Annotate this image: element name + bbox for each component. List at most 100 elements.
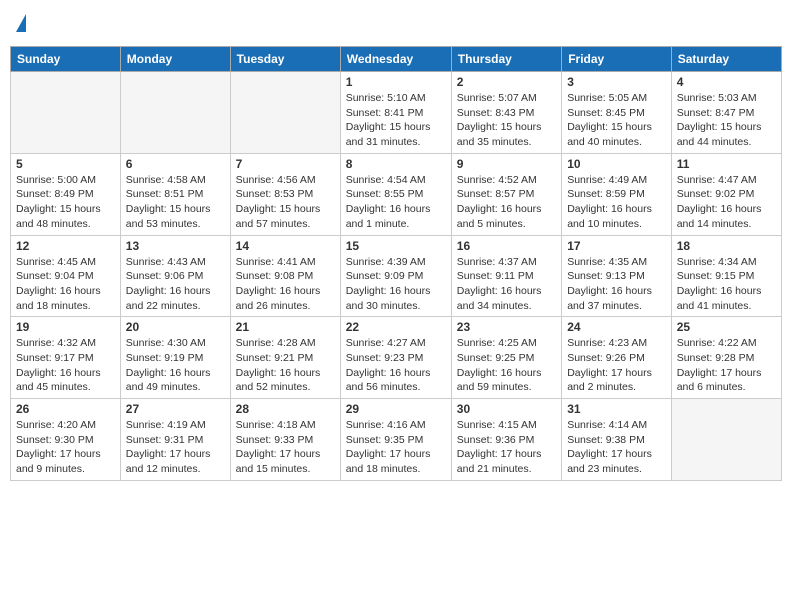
day-info: Sunrise: 4:47 AMSunset: 9:02 PMDaylight:…	[677, 173, 776, 232]
day-number: 5	[16, 157, 115, 171]
calendar-cell	[671, 399, 781, 481]
calendar-cell: 26 Sunrise: 4:20 AMSunset: 9:30 PMDayligh…	[11, 399, 121, 481]
calendar-cell: 31 Sunrise: 4:14 AMSunset: 9:38 PMDayligh…	[562, 399, 672, 481]
calendar-table: SundayMondayTuesdayWednesdayThursdayFrid…	[10, 46, 782, 481]
day-number: 31	[567, 402, 666, 416]
day-info: Sunrise: 4:14 AMSunset: 9:38 PMDaylight:…	[567, 418, 666, 477]
day-number: 23	[457, 320, 556, 334]
page-header	[10, 10, 782, 38]
day-info: Sunrise: 5:00 AMSunset: 8:49 PMDaylight:…	[16, 173, 115, 232]
day-number: 17	[567, 239, 666, 253]
calendar-cell: 17 Sunrise: 4:35 AMSunset: 9:13 PMDayligh…	[562, 235, 672, 317]
day-number: 4	[677, 75, 776, 89]
calendar-week-row: 12 Sunrise: 4:45 AMSunset: 9:04 PMDayligh…	[11, 235, 782, 317]
day-info: Sunrise: 4:23 AMSunset: 9:26 PMDaylight:…	[567, 336, 666, 395]
calendar-cell: 16 Sunrise: 4:37 AMSunset: 9:11 PMDayligh…	[451, 235, 561, 317]
calendar-cell: 18 Sunrise: 4:34 AMSunset: 9:15 PMDayligh…	[671, 235, 781, 317]
day-info: Sunrise: 4:58 AMSunset: 8:51 PMDaylight:…	[126, 173, 225, 232]
calendar-cell: 15 Sunrise: 4:39 AMSunset: 9:09 PMDayligh…	[340, 235, 451, 317]
day-number: 22	[346, 320, 446, 334]
day-info: Sunrise: 4:45 AMSunset: 9:04 PMDaylight:…	[16, 255, 115, 314]
day-number: 6	[126, 157, 225, 171]
logo-triangle-icon	[16, 14, 26, 32]
day-info: Sunrise: 4:32 AMSunset: 9:17 PMDaylight:…	[16, 336, 115, 395]
day-info: Sunrise: 4:35 AMSunset: 9:13 PMDaylight:…	[567, 255, 666, 314]
calendar-week-row: 19Sunrise: 4:32 AMSunset: 9:17 PMDayligh…	[11, 317, 782, 399]
day-info: Sunrise: 5:10 AMSunset: 8:41 PMDaylight:…	[346, 91, 446, 150]
day-number: 26	[16, 402, 115, 416]
calendar-cell: 23 Sunrise: 4:25 AMSunset: 9:25 PMDayligh…	[451, 317, 561, 399]
day-number: 11	[677, 157, 776, 171]
day-info: Sunrise: 4:25 AMSunset: 9:25 PMDaylight:…	[457, 336, 556, 395]
calendar-cell: 20Sunrise: 4:30 AMSunset: 9:19 PMDayligh…	[120, 317, 230, 399]
calendar-week-row: 5 Sunrise: 5:00 AMSunset: 8:49 PMDaylight…	[11, 153, 782, 235]
calendar-cell: 22 Sunrise: 4:27 AMSunset: 9:23 PMDayligh…	[340, 317, 451, 399]
day-number: 13	[126, 239, 225, 253]
day-number: 14	[236, 239, 335, 253]
day-info: Sunrise: 4:54 AMSunset: 8:55 PMDaylight:…	[346, 173, 446, 232]
calendar-cell: 25 Sunrise: 4:22 AMSunset: 9:28 PMDayligh…	[671, 317, 781, 399]
day-info: Sunrise: 4:20 AMSunset: 9:30 PMDaylight:…	[16, 418, 115, 477]
day-info: Sunrise: 4:43 AMSunset: 9:06 PMDaylight:…	[126, 255, 225, 314]
day-number: 10	[567, 157, 666, 171]
weekday-header: Friday	[562, 47, 672, 72]
calendar-cell: 13 Sunrise: 4:43 AMSunset: 9:06 PMDayligh…	[120, 235, 230, 317]
day-number: 27	[126, 402, 225, 416]
calendar-cell: 24 Sunrise: 4:23 AMSunset: 9:26 PMDayligh…	[562, 317, 672, 399]
day-info: Sunrise: 5:07 AMSunset: 8:43 PMDaylight:…	[457, 91, 556, 150]
day-number: 2	[457, 75, 556, 89]
day-info: Sunrise: 5:03 AMSunset: 8:47 PMDaylight:…	[677, 91, 776, 150]
day-number: 1	[346, 75, 446, 89]
day-info: Sunrise: 4:37 AMSunset: 9:11 PMDaylight:…	[457, 255, 556, 314]
day-number: 3	[567, 75, 666, 89]
day-info: Sunrise: 4:16 AMSunset: 9:35 PMDaylight:…	[346, 418, 446, 477]
day-info: Sunrise: 4:52 AMSunset: 8:57 PMDaylight:…	[457, 173, 556, 232]
day-number: 20	[126, 320, 225, 334]
day-number: 28	[236, 402, 335, 416]
weekday-header: Thursday	[451, 47, 561, 72]
calendar-cell: 3 Sunrise: 5:05 AMSunset: 8:45 PMDaylight…	[562, 72, 672, 154]
day-info: Sunrise: 4:22 AMSunset: 9:28 PMDaylight:…	[677, 336, 776, 395]
calendar-cell: 21 Sunrise: 4:28 AMSunset: 9:21 PMDayligh…	[230, 317, 340, 399]
calendar-cell: 19Sunrise: 4:32 AMSunset: 9:17 PMDayligh…	[11, 317, 121, 399]
calendar-cell: 4 Sunrise: 5:03 AMSunset: 8:47 PMDaylight…	[671, 72, 781, 154]
calendar-cell: 9Sunrise: 4:52 AMSunset: 8:57 PMDaylight…	[451, 153, 561, 235]
day-info: Sunrise: 4:39 AMSunset: 9:09 PMDaylight:…	[346, 255, 446, 314]
calendar-cell: 28Sunrise: 4:18 AMSunset: 9:33 PMDayligh…	[230, 399, 340, 481]
calendar-cell: 2 Sunrise: 5:07 AMSunset: 8:43 PMDaylight…	[451, 72, 561, 154]
day-number: 25	[677, 320, 776, 334]
calendar-cell: 14Sunrise: 4:41 AMSunset: 9:08 PMDayligh…	[230, 235, 340, 317]
calendar-cell: 29 Sunrise: 4:16 AMSunset: 9:35 PMDayligh…	[340, 399, 451, 481]
day-number: 29	[346, 402, 446, 416]
weekday-header: Sunday	[11, 47, 121, 72]
day-number: 16	[457, 239, 556, 253]
calendar-cell: 30 Sunrise: 4:15 AMSunset: 9:36 PMDayligh…	[451, 399, 561, 481]
day-number: 7	[236, 157, 335, 171]
day-info: Sunrise: 4:34 AMSunset: 9:15 PMDaylight:…	[677, 255, 776, 314]
day-number: 15	[346, 239, 446, 253]
day-number: 18	[677, 239, 776, 253]
calendar-cell: 12 Sunrise: 4:45 AMSunset: 9:04 PMDayligh…	[11, 235, 121, 317]
day-info: Sunrise: 4:56 AMSunset: 8:53 PMDaylight:…	[236, 173, 335, 232]
calendar-cell: 27Sunrise: 4:19 AMSunset: 9:31 PMDayligh…	[120, 399, 230, 481]
calendar-cell: 5 Sunrise: 5:00 AMSunset: 8:49 PMDaylight…	[11, 153, 121, 235]
calendar-cell: 6 Sunrise: 4:58 AMSunset: 8:51 PMDaylight…	[120, 153, 230, 235]
calendar-week-row: 1 Sunrise: 5:10 AMSunset: 8:41 PMDaylight…	[11, 72, 782, 154]
day-info: Sunrise: 5:05 AMSunset: 8:45 PMDaylight:…	[567, 91, 666, 150]
day-number: 21	[236, 320, 335, 334]
day-number: 24	[567, 320, 666, 334]
day-info: Sunrise: 4:27 AMSunset: 9:23 PMDaylight:…	[346, 336, 446, 395]
calendar-cell	[11, 72, 121, 154]
day-info: Sunrise: 4:49 AMSunset: 8:59 PMDaylight:…	[567, 173, 666, 232]
calendar-cell: 7 Sunrise: 4:56 AMSunset: 8:53 PMDaylight…	[230, 153, 340, 235]
calendar-cell: 11 Sunrise: 4:47 AMSunset: 9:02 PMDayligh…	[671, 153, 781, 235]
day-number: 12	[16, 239, 115, 253]
day-number: 30	[457, 402, 556, 416]
day-info: Sunrise: 4:15 AMSunset: 9:36 PMDaylight:…	[457, 418, 556, 477]
weekday-header: Monday	[120, 47, 230, 72]
day-info: Sunrise: 4:28 AMSunset: 9:21 PMDaylight:…	[236, 336, 335, 395]
calendar-cell: 10 Sunrise: 4:49 AMSunset: 8:59 PMDayligh…	[562, 153, 672, 235]
weekday-header: Wednesday	[340, 47, 451, 72]
weekday-header-row: SundayMondayTuesdayWednesdayThursdayFrid…	[11, 47, 782, 72]
weekday-header: Saturday	[671, 47, 781, 72]
